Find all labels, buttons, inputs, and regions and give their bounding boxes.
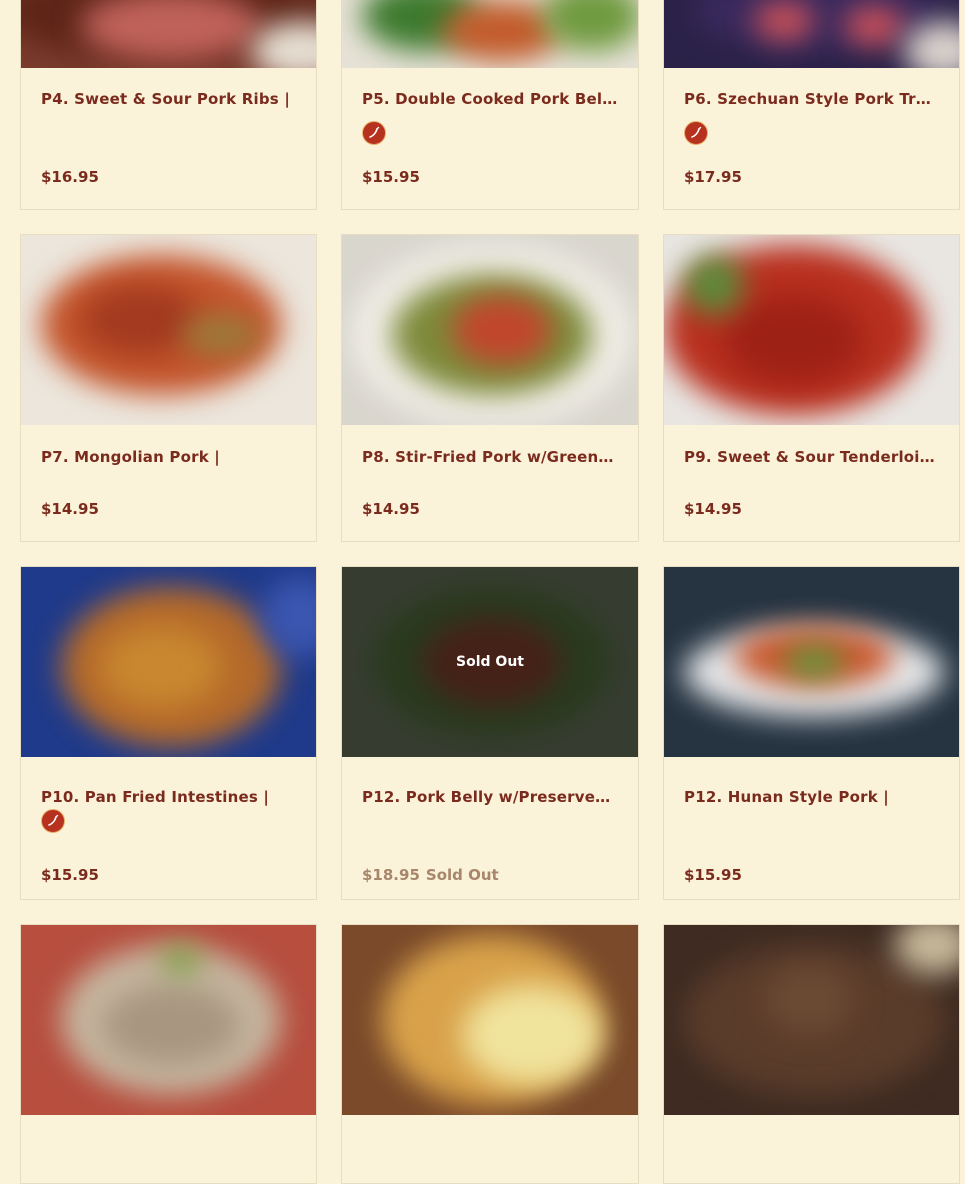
item-title: P8. Stir-Fried Pork w/Green On… [362, 448, 618, 466]
sold-out-label: Sold Out [425, 866, 499, 884]
item-price: $14.95 [41, 500, 99, 518]
menu-item-card[interactable]: P6. Szechuan Style Pork Trotter | $17.95 [663, 0, 960, 210]
chili-pepper-icon [41, 809, 65, 833]
menu-item-card[interactable]: P9. Sweet & Sour Tenderloin | $14.95 [663, 234, 960, 542]
menu-item-card[interactable]: P5. Double Cooked Pork Belly … $15.95 [341, 0, 639, 210]
menu-item-card[interactable]: P4. Sweet & Sour Pork Ribs | $16.95 [20, 0, 317, 210]
menu-item-card[interactable] [20, 924, 317, 1184]
item-price: $15.95 [41, 866, 99, 884]
dish-photo [342, 0, 638, 68]
item-title: P7. Mongolian Pork | [41, 448, 220, 466]
item-price: $14.95 [362, 500, 420, 518]
item-title: P4. Sweet & Sour Pork Ribs | [41, 90, 291, 108]
menu-item-card[interactable]: P7. Mongolian Pork | $14.95 [20, 234, 317, 542]
item-title: P6. Szechuan Style Pork Trotter | [684, 90, 939, 108]
item-price: $14.95 [684, 500, 742, 518]
dish-photo [664, 567, 959, 757]
dish-photo [21, 925, 316, 1115]
chili-pepper-icon [684, 121, 708, 145]
menu-item-card[interactable]: Sold Out P12. Pork Belly w/Preserved Ve…… [341, 566, 639, 900]
sold-out-overlay: Sold Out [342, 567, 638, 757]
item-price: $15.95 [362, 168, 420, 186]
item-price: $15.95 [684, 866, 742, 884]
item-title: P9. Sweet & Sour Tenderloin | [684, 448, 939, 466]
dish-photo: Sold Out [342, 567, 638, 757]
dish-photo [342, 235, 638, 425]
dish-photo [664, 0, 959, 68]
menu-item-card[interactable] [663, 924, 960, 1184]
dish-photo [21, 0, 316, 68]
item-title: P5. Double Cooked Pork Belly … [362, 90, 618, 108]
item-title: P12. Pork Belly w/Preserved Ve… [362, 788, 618, 806]
menu-item-card[interactable]: P12. Hunan Style Pork | $15.95 [663, 566, 960, 900]
menu-item-card[interactable] [341, 924, 639, 1184]
item-price: $16.95 [41, 168, 99, 186]
dish-photo [342, 925, 638, 1115]
item-title: P10. Pan Fried Intestines | [41, 788, 270, 806]
chili-pepper-icon [362, 121, 386, 145]
dish-photo [21, 567, 316, 757]
menu-item-card[interactable]: P8. Stir-Fried Pork w/Green On… $14.95 [341, 234, 639, 542]
dish-photo [664, 925, 959, 1115]
item-price: $17.95 [684, 168, 742, 186]
dish-photo [21, 235, 316, 425]
dish-photo [664, 235, 959, 425]
item-price-value: $18.95 [362, 866, 420, 884]
item-price: $18.95 Sold Out [362, 866, 499, 884]
item-title: P12. Hunan Style Pork | [684, 788, 889, 806]
menu-item-card[interactable]: P10. Pan Fried Intestines | $15.95 [20, 566, 317, 900]
